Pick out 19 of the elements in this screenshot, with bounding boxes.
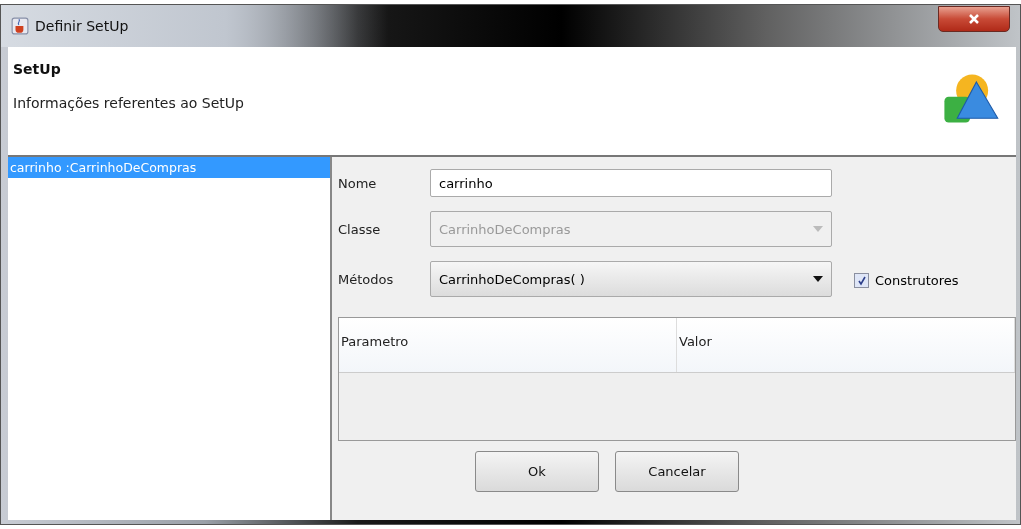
field-label: Classe [338, 221, 382, 237]
column-header: Parametro [339, 318, 677, 372]
checkbox-label: Construtores [875, 273, 959, 288]
window-title: Definir SetUp [35, 18, 129, 34]
caret-icon [813, 226, 823, 232]
cup-icon [11, 17, 29, 35]
dropdown[interactable]: CarrinhoDeCompras( ) [430, 261, 832, 297]
column-header: Valor [677, 318, 1015, 372]
dialog-button[interactable]: Cancelar [615, 451, 739, 492]
header-title: SetUp [13, 61, 62, 77]
field-label: Métodos [338, 271, 395, 287]
checkbox[interactable] [854, 273, 869, 288]
close-icon [967, 13, 981, 25]
dialog-button[interactable]: Ok [475, 451, 599, 492]
header-description: Informações referentes ao SetUp [13, 95, 244, 111]
text-field[interactable]: carrinho [430, 169, 832, 197]
field-label: Nome [338, 175, 378, 191]
caret-icon [813, 276, 823, 282]
close-button[interactable] [938, 6, 1010, 32]
